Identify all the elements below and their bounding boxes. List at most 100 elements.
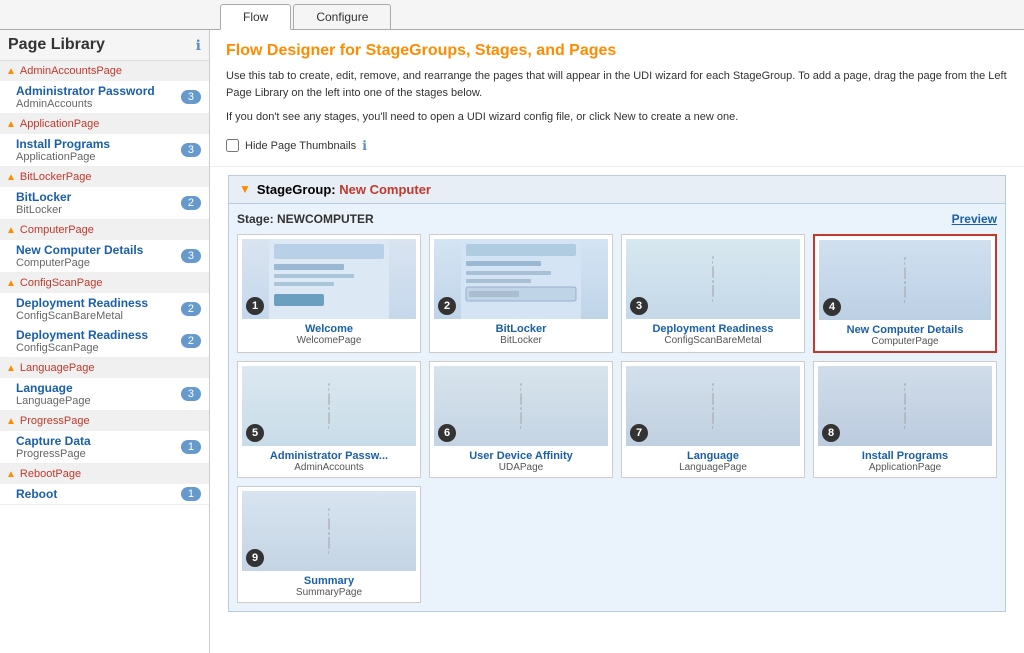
arrow-icon: ▲	[6, 172, 16, 183]
sidebar-item[interactable]: Deployment Readiness ConfigScanPage 2	[0, 325, 209, 357]
sidebar-group-header-RebootPage[interactable]: ▲RebootPage	[0, 464, 209, 484]
preview-link[interactable]: Preview	[952, 212, 997, 226]
sidebar-group-header-AdminAccountsPage[interactable]: ▲ AdminAccountsPage	[0, 61, 209, 81]
sidebar-item[interactable]: Reboot 1	[0, 484, 209, 504]
hide-thumbnails-checkbox[interactable]	[226, 139, 239, 152]
stage-name: Stage: NEWCOMPUTER	[237, 212, 374, 226]
sidebar-group-header-ComputerPage[interactable]: ▲ComputerPage	[0, 220, 209, 240]
sidebar-group-header-BitLockerPage[interactable]: ▲ BitLockerPage	[0, 167, 209, 187]
arrow-icon: ▲	[6, 416, 16, 427]
flow-title: Flow Designer for StageGroups, Stages, a…	[226, 42, 1008, 60]
sidebar-item-info: Deployment Readiness ConfigScanPage	[16, 328, 181, 354]
page-thumbnail: 2	[434, 239, 608, 319]
sidebar-item[interactable]: Capture Data ProgressPage 1	[0, 431, 209, 463]
sidebar-item[interactable]: Administrator Password AdminAccounts 3	[0, 81, 209, 113]
page-number-badge: 6	[438, 424, 456, 442]
sidebar-group-AdminAccountsPage: ▲ AdminAccountsPage Administrator Passwor…	[0, 61, 209, 114]
page-card-sub: ConfigScanBareMetal	[626, 335, 800, 346]
page-card-sub: BitLocker	[434, 335, 608, 346]
page-card-4[interactable]: 4 New Computer Details ComputerPage	[813, 234, 997, 353]
stage-group-arrow-icon: ▼	[239, 182, 251, 196]
group-name-label: ApplicationPage	[20, 118, 100, 130]
sidebar-item-sub: AdminAccounts	[16, 98, 181, 110]
thumbnail-info-icon[interactable]: ℹ	[362, 138, 367, 154]
stage-group-header[interactable]: ▼ StageGroup: New Computer	[228, 175, 1006, 204]
stage-group-label: StageGroup: New Computer	[257, 182, 431, 197]
sidebar-item[interactable]: Language LanguagePage 3	[0, 378, 209, 410]
sidebar-item-title: New Computer Details	[16, 243, 181, 257]
sidebar-group-ApplicationPage: ▲ApplicationPage Install Programs Applic…	[0, 114, 209, 167]
page-card-1[interactable]: 1 Welcome WelcomePage	[237, 234, 421, 353]
flow-title-highlight: StageGroups, Stages, and Pages	[366, 42, 617, 59]
pages-grid: 1 Welcome WelcomePage 2 BitLocker BitLoc…	[237, 234, 997, 603]
page-card-title: Language	[626, 450, 800, 462]
sidebar-item-title: Reboot	[16, 487, 181, 501]
page-number-badge: 1	[246, 297, 264, 315]
group-name-label: AdminAccountsPage	[20, 65, 122, 77]
page-card-title: Administrator Passw...	[242, 450, 416, 462]
page-card-3[interactable]: 3 Deployment Readiness ConfigScanBareMet…	[621, 234, 805, 353]
content-area: Flow Designer for StageGroups, Stages, a…	[210, 30, 1024, 653]
stage-group: ▼ StageGroup: New Computer Stage: NEWCOM…	[228, 175, 1006, 612]
group-name-label: ComputerPage	[20, 224, 94, 236]
page-card-5[interactable]: 5 Administrator Passw... AdminAccounts	[237, 361, 421, 478]
page-card-sub: SummaryPage	[242, 587, 416, 598]
sidebar-item[interactable]: Install Programs ApplicationPage 3	[0, 134, 209, 166]
sidebar-item-sub: ConfigScanPage	[16, 342, 181, 354]
sidebar-item-info: Administrator Password AdminAccounts	[16, 84, 181, 110]
sidebar-item[interactable]: Deployment Readiness ConfigScanBareMetal…	[0, 293, 209, 325]
flow-header: Flow Designer for StageGroups, Stages, a…	[210, 30, 1024, 167]
sidebar-group-header-LanguagePage[interactable]: ▲LanguagePage	[0, 358, 209, 378]
arrow-icon: ▲	[6, 278, 16, 289]
sidebar-item-title: Administrator Password	[16, 84, 181, 98]
stage-group-label-text: StageGroup:	[257, 182, 336, 197]
arrow-icon: ▲	[6, 363, 16, 374]
sidebar-group-ComputerPage: ▲ComputerPage New Computer Details Compu…	[0, 220, 209, 273]
content-inner: ▼ StageGroup: New Computer Stage: NEWCOM…	[210, 175, 1024, 636]
sidebar-item-badge: 1	[181, 487, 201, 501]
page-card-sub: LanguagePage	[626, 462, 800, 473]
sidebar-item-title: Deployment Readiness	[16, 328, 181, 342]
tab-flow[interactable]: Flow	[220, 4, 291, 30]
page-number-badge: 3	[630, 297, 648, 315]
sidebar-item-title: Install Programs	[16, 137, 181, 151]
page-thumbnail: 5	[242, 366, 416, 446]
page-card-title: Install Programs	[818, 450, 992, 462]
sidebar-group-header-ProgressPage[interactable]: ▲ProgressPage	[0, 411, 209, 431]
page-thumbnail: 8	[818, 366, 992, 446]
sidebar-item-sub: ApplicationPage	[16, 151, 181, 163]
page-card-8[interactable]: 8 Install Programs ApplicationPage	[813, 361, 997, 478]
page-card-9[interactable]: 9 Summary SummaryPage	[237, 486, 421, 603]
group-name-label: BitLockerPage	[20, 171, 92, 183]
sidebar-item-badge: 3	[181, 143, 201, 157]
stage-container: Stage: NEWCOMPUTER Preview 1 Welcome Wel…	[228, 204, 1006, 612]
page-card-7[interactable]: 7 Language LanguagePage	[621, 361, 805, 478]
sidebar-group-header-ConfigScanPage[interactable]: ▲ConfigScanPage	[0, 273, 209, 293]
page-card-title: Deployment Readiness	[626, 323, 800, 335]
info-icon[interactable]: ℹ	[196, 37, 201, 54]
sidebar-item-info: Install Programs ApplicationPage	[16, 137, 181, 163]
stage-group-name-text: New Computer	[339, 182, 431, 197]
sidebar-item[interactable]: BitLocker BitLocker 2	[0, 187, 209, 219]
sidebar-item[interactable]: New Computer Details ComputerPage 3	[0, 240, 209, 272]
sidebar-item-badge: 2	[181, 196, 201, 210]
sidebar-item-sub: BitLocker	[16, 204, 181, 216]
tab-configure[interactable]: Configure	[293, 4, 391, 29]
page-card-sub: UDAPage	[434, 462, 608, 473]
flow-title-prefix: Flow Designer for	[226, 42, 366, 59]
page-card-title: Summary	[242, 575, 416, 587]
sidebar-group-header-ApplicationPage[interactable]: ▲ApplicationPage	[0, 114, 209, 134]
page-number-badge: 4	[823, 298, 841, 316]
page-card-2[interactable]: 2 BitLocker BitLocker	[429, 234, 613, 353]
page-card-6[interactable]: 6 User Device Affinity UDAPage	[429, 361, 613, 478]
page-number-badge: 5	[246, 424, 264, 442]
sidebar-header: Page Library ℹ	[0, 30, 209, 61]
sidebar-group-ProgressPage: ▲ProgressPage Capture Data ProgressPage …	[0, 411, 209, 464]
sidebar-group-RebootPage: ▲RebootPage Reboot 1	[0, 464, 209, 505]
page-thumbnail: 3	[626, 239, 800, 319]
page-card-sub: WelcomePage	[242, 335, 416, 346]
arrow-icon: ▲	[6, 66, 16, 77]
sidebar-groups: ▲ AdminAccountsPage Administrator Passwor…	[0, 61, 209, 505]
sidebar-item-badge: 1	[181, 440, 201, 454]
sidebar: Page Library ℹ ▲ AdminAccountsPage Admini…	[0, 30, 210, 653]
